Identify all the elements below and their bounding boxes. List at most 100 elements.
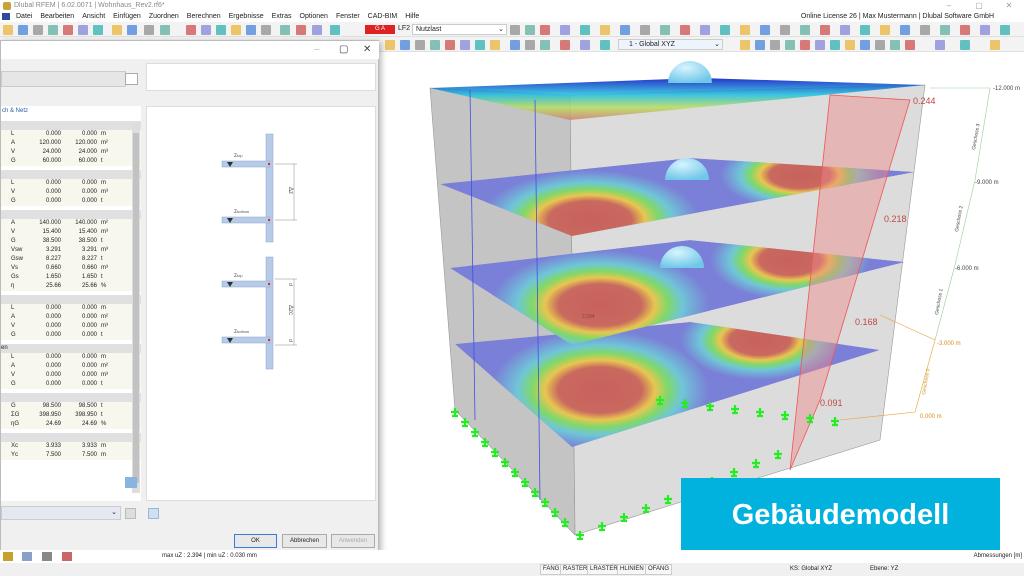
toolbar-button-icon[interactable] <box>48 25 58 35</box>
toolbar-button-icon[interactable] <box>780 25 790 35</box>
toolbar-button-icon[interactable] <box>940 25 950 35</box>
3d-viewport[interactable]: 2.394 -12.000 m -9.000 m -6.000 m -3.000… <box>378 52 1024 550</box>
snap-hlinien[interactable]: HLINIEN <box>617 564 647 575</box>
menu-fenster[interactable]: Fenster <box>332 11 364 22</box>
navigator-tab-display[interactable] <box>22 552 32 561</box>
toolbar-button-icon[interactable] <box>280 25 290 35</box>
toolbar-button-icon[interactable] <box>312 25 322 35</box>
toolbar-button-icon[interactable] <box>540 40 550 50</box>
snap-lraster[interactable]: LRASTER <box>587 564 621 575</box>
toolbar-button-icon[interactable] <box>980 25 990 35</box>
menu-extras[interactable]: Extras <box>268 11 296 22</box>
toolbar-button-icon[interactable] <box>510 25 520 35</box>
edit-button[interactable] <box>125 73 138 85</box>
toolbar-button-icon[interactable] <box>600 40 610 50</box>
toolbar-button-icon[interactable] <box>840 25 850 35</box>
navigator-tab-results[interactable] <box>62 552 72 561</box>
toolbar-button-icon[interactable] <box>560 25 570 35</box>
toolbar-button-icon[interactable] <box>231 25 241 35</box>
toolbar-button-icon[interactable] <box>560 40 570 50</box>
toolbar-button-icon[interactable] <box>33 25 43 35</box>
toolbar-button-icon[interactable] <box>18 25 28 35</box>
toolbar-button-icon[interactable] <box>600 25 610 35</box>
app-menu-icon[interactable] <box>2 13 10 20</box>
toolbar-button-icon[interactable] <box>445 40 455 50</box>
toolbar-button-icon[interactable] <box>186 25 196 35</box>
toolbar-button-icon[interactable] <box>900 25 910 35</box>
toolbar-button-icon[interactable] <box>460 40 470 50</box>
dialog-close-button[interactable]: ✕ <box>363 44 371 55</box>
menu-ergebnisse[interactable]: Ergebnisse <box>225 11 268 22</box>
toolbar-button-icon[interactable] <box>990 40 1000 50</box>
snap-raster[interactable]: RASTER <box>560 564 591 575</box>
toolbar-button-icon[interactable] <box>216 25 226 35</box>
filter-dropdown[interactable]: ⌄ <box>1 506 121 520</box>
load-case-select[interactable]: Nutzlast ⌄ <box>412 24 507 35</box>
coordinate-system-select[interactable]: 1 - Global XYZ ⌄ <box>618 39 723 50</box>
toolbar-button-icon[interactable] <box>845 40 855 50</box>
toolbar-button-icon[interactable] <box>1000 25 1010 35</box>
toolbar-button-icon[interactable] <box>860 40 870 50</box>
toolbar-button-icon[interactable] <box>261 25 271 35</box>
toolbar-button-icon[interactable] <box>112 25 122 35</box>
menu-ansicht[interactable]: Ansicht <box>78 11 109 22</box>
toolbar-button-icon[interactable] <box>770 40 780 50</box>
toolbar-button-icon[interactable] <box>63 25 73 35</box>
menu-bearbeiten[interactable]: Bearbeiten <box>36 11 78 22</box>
toolbar-button-icon[interactable] <box>875 40 885 50</box>
minimize-button[interactable]: – <box>934 0 964 11</box>
cancel-button[interactable]: Abbrechen <box>282 534 327 548</box>
toolbar-button-icon[interactable] <box>860 25 870 35</box>
copy-icon[interactable] <box>125 508 136 519</box>
toolbar-button-icon[interactable] <box>960 25 970 35</box>
toolbar-button-icon[interactable] <box>830 40 840 50</box>
toolbar-button-icon[interactable] <box>430 40 440 50</box>
menu-berechnen[interactable]: Berechnen <box>183 11 225 22</box>
toolbar-button-icon[interactable] <box>720 25 730 35</box>
toolbar-button-icon[interactable] <box>890 40 900 50</box>
maximize-button[interactable]: ▢ <box>964 0 994 11</box>
toolbar-button-icon[interactable] <box>660 25 670 35</box>
toolbar-button-icon[interactable] <box>800 25 810 35</box>
menu-optionen[interactable]: Optionen <box>296 11 332 22</box>
toolbar-button-icon[interactable] <box>475 40 485 50</box>
menu-zuordnen[interactable]: Zuordnen <box>145 11 183 22</box>
toolbar-button-icon[interactable] <box>935 40 945 50</box>
toolbar-button-icon[interactable] <box>127 25 137 35</box>
info-icon[interactable] <box>148 508 159 519</box>
toolbar-button-icon[interactable] <box>740 40 750 50</box>
menu-einfuegen[interactable]: Einfügen <box>109 11 145 22</box>
toolbar-button-icon[interactable] <box>620 25 630 35</box>
toolbar-button-icon[interactable] <box>510 40 520 50</box>
toolbar-button-icon[interactable] <box>525 40 535 50</box>
toolbar-button-icon[interactable] <box>880 25 890 35</box>
dialog-minimize-button[interactable]: – <box>314 44 320 55</box>
toolbar-button-icon[interactable] <box>760 25 770 35</box>
toolbar-button-icon[interactable] <box>3 25 13 35</box>
toolbar-button-icon[interactable] <box>640 25 650 35</box>
toolbar-button-icon[interactable] <box>580 40 590 50</box>
toolbar-button-icon[interactable] <box>78 25 88 35</box>
toolbar-button-icon[interactable] <box>93 25 103 35</box>
toolbar-button-icon[interactable] <box>296 25 306 35</box>
toolbar-button-icon[interactable] <box>160 25 170 35</box>
toolbar-button-icon[interactable] <box>960 40 970 50</box>
dialog-input[interactable] <box>1 71 126 87</box>
export-icon[interactable] <box>125 477 137 488</box>
toolbar-button-icon[interactable] <box>246 25 256 35</box>
navigator-tab-views[interactable] <box>42 552 52 561</box>
snap-fang[interactable]: FANG <box>540 564 563 575</box>
toolbar-button-icon[interactable] <box>490 40 500 50</box>
toolbar-button-icon[interactable] <box>905 40 915 50</box>
dialog-maximize-button[interactable]: ▢ <box>339 44 348 55</box>
toolbar-button-icon[interactable] <box>785 40 795 50</box>
menu-hilfe[interactable]: Hilfe <box>401 11 423 22</box>
toolbar-button-icon[interactable] <box>700 25 710 35</box>
toolbar-button-icon[interactable] <box>330 25 340 35</box>
toolbar-button-icon[interactable] <box>201 25 211 35</box>
apply-button[interactable]: Anwenden <box>331 534 375 548</box>
toolbar-button-icon[interactable] <box>920 25 930 35</box>
toolbar-button-icon[interactable] <box>400 40 410 50</box>
toolbar-button-icon[interactable] <box>385 40 395 50</box>
toolbar-button-icon[interactable] <box>740 25 750 35</box>
